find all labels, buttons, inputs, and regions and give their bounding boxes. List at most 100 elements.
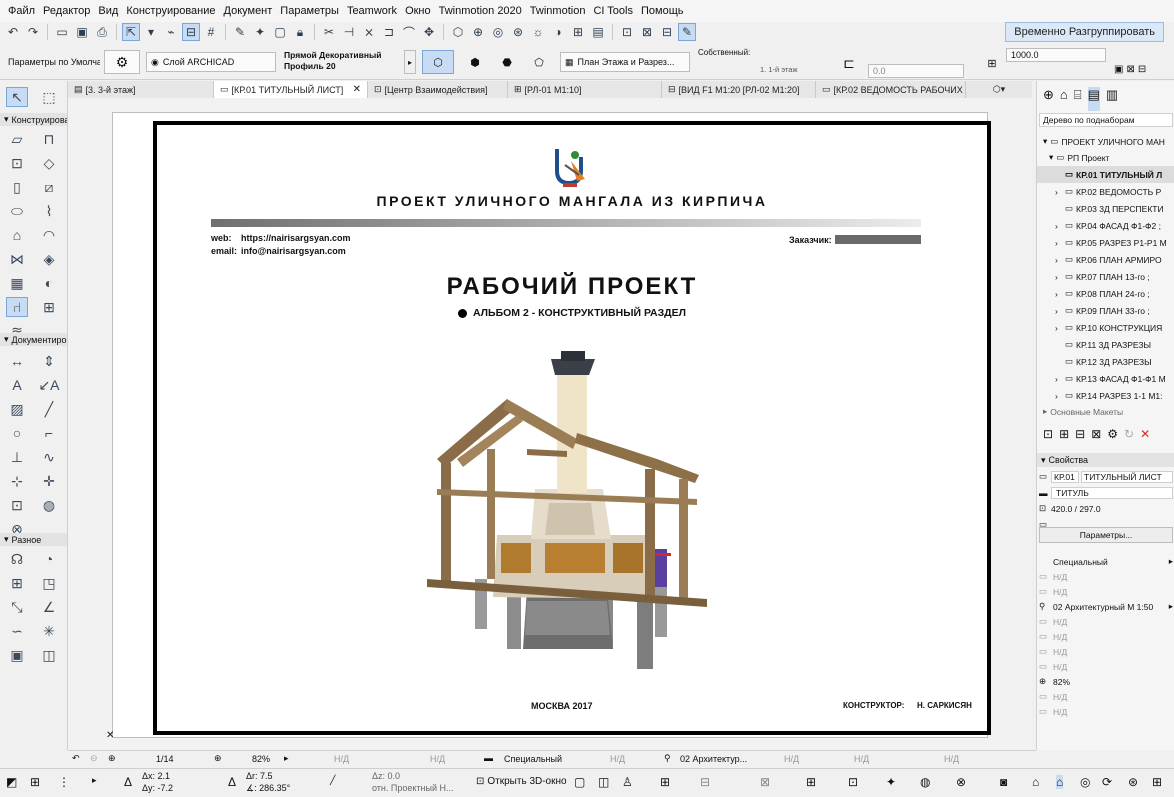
picture-tool-icon[interactable]: ▣ xyxy=(6,645,28,665)
zoom-value[interactable]: 82% xyxy=(252,754,270,764)
hotspot-tool-icon[interactable]: ⊹ xyxy=(6,471,28,491)
tab-collaboration[interactable]: ⊡ [Центр Взаимодействия] xyxy=(368,81,508,98)
snap-grid-icon[interactable]: ⊞ xyxy=(30,775,40,789)
door-tool-icon[interactable]: ⊓ xyxy=(38,129,60,149)
grid-view-icon[interactable]: ⊞ xyxy=(1152,775,1162,789)
explode-view-icon[interactable]: ✦ xyxy=(886,775,896,789)
special-dropdown[interactable]: Специальный xyxy=(504,754,562,764)
layer-dropdown[interactable]: ◉ Слой ARCHICAD xyxy=(146,52,276,72)
prop-id[interactable]: КР.01 xyxy=(1051,470,1079,483)
suspend-groups-button[interactable]: Временно Разгруппировать xyxy=(1005,22,1164,42)
expand-icon[interactable]: › xyxy=(1055,272,1065,282)
prop-master-row[interactable]: ▬ ТИТУЛЬ xyxy=(1039,485,1173,500)
move-icon[interactable]: ✥ xyxy=(420,23,438,41)
nd-field-2[interactable]: Н/Д xyxy=(430,754,445,764)
menu-teamwork[interactable]: Teamwork xyxy=(343,5,401,17)
offset-field[interactable]: 0.0 xyxy=(868,64,964,78)
spline-tool-icon[interactable]: ∿ xyxy=(38,447,60,467)
beam-tool-icon[interactable]: ⧄ xyxy=(38,177,60,197)
elevation-icon[interactable]: ⊏ xyxy=(836,52,862,74)
railing-tool-icon[interactable]: ⋈ xyxy=(6,249,28,269)
explode-icon[interactable]: ⊛ xyxy=(509,23,527,41)
new-subset-icon[interactable]: ⊞ xyxy=(1059,427,1069,441)
layers-icon[interactable]: ⊞ xyxy=(660,775,670,789)
box-icon[interactable]: ▢ xyxy=(271,23,289,41)
tree-root[interactable]: ▾ ▭ ПРОЕКТ УЛИЧНОГО МАН xyxy=(1037,133,1174,150)
new-layout-icon[interactable]: ⊡ xyxy=(1043,427,1053,441)
rectangle-icon[interactable]: ⬣ xyxy=(494,50,520,74)
circle-tool-icon[interactable]: ○ xyxy=(6,423,28,443)
light-tool-icon[interactable]: ◔ xyxy=(38,549,60,569)
anchor-icon[interactable]: ⊞ xyxy=(982,52,1002,74)
redo-zoom-icon[interactable]: ⊖ xyxy=(90,753,98,764)
toggle-panels-icon[interactable]: ◩ xyxy=(6,775,17,789)
tree-layout-item[interactable]: › ▭ КР.06 ПЛАН АРМИРО xyxy=(1037,251,1174,268)
line-tool-icon[interactable]: ╱ xyxy=(38,399,60,419)
curtain-wall-icon[interactable]: ▦ xyxy=(6,273,28,293)
dropdown-arrow-icon[interactable]: ▾ xyxy=(142,23,160,41)
nd-field-6[interactable]: Н/Д xyxy=(944,754,959,764)
tree-layout-item[interactable]: ▭ КР.01 ТИТУЛЬНЫЙ Л xyxy=(1037,166,1174,183)
slab-tool-icon[interactable]: ⬭ xyxy=(6,201,28,221)
print-icon[interactable]: ⎙ xyxy=(93,23,111,41)
prop-special-row[interactable]: Специальный ▸ xyxy=(1039,554,1173,569)
expand-icon[interactable]: › xyxy=(1055,289,1065,299)
person-icon[interactable]: ♙ xyxy=(622,775,633,789)
tree-layout-item[interactable]: › ▭ КР.05 РАЗРЕЗ Р1-Р1 М xyxy=(1037,234,1174,251)
tree-layout-item[interactable]: ▭ КР.12 3Д РАЗРЕЗЫ xyxy=(1037,353,1174,370)
delta-z[interactable]: Δz: 0.0 xyxy=(372,771,400,781)
interior-elevation-icon[interactable]: ◫ xyxy=(38,645,60,665)
value-field[interactable]: 1000.0 xyxy=(1006,48,1106,62)
tab-floor-3[interactable]: ▤ [3. 3-й этаж] xyxy=(68,81,214,98)
nd-field-4[interactable]: Н/Д xyxy=(784,754,799,764)
section-document[interactable]: ▾ Документиро xyxy=(0,333,67,346)
properties-header[interactable]: ▾ Свойства xyxy=(1037,453,1174,467)
reference-level[interactable]: отн. Проектный Н... xyxy=(372,783,454,793)
menu-view[interactable]: Вид xyxy=(94,5,122,17)
radial-dim-icon[interactable]: ⤡ xyxy=(6,597,28,617)
refresh-icon[interactable]: ↻ xyxy=(1124,427,1134,441)
menu-window[interactable]: Окно xyxy=(401,5,435,17)
tree-set[interactable]: ▾ ▭ РП Проект xyxy=(1037,149,1174,166)
mesh-tool-icon[interactable]: ◐ xyxy=(38,273,60,293)
graphic-override-icon[interactable]: ⊞ xyxy=(569,23,587,41)
expand-icon[interactable]: › xyxy=(1055,255,1065,265)
tab-kr02[interactable]: ▭ [КР.02 ВЕДОМОСТЬ РАБОЧИХ ... xyxy=(816,81,966,98)
camera-icon[interactable]: ◎ xyxy=(489,23,507,41)
menu-file[interactable]: Файл xyxy=(4,5,39,17)
render-icon[interactable]: ◎ xyxy=(1080,775,1090,789)
polyline-tool-icon[interactable]: ⌐ xyxy=(38,423,60,443)
tree-next-set[interactable]: ▸ Основные Макеты xyxy=(1037,403,1174,420)
tab-view-f1[interactable]: ⊟ [ВИД F1 М1:20 [РЛ-02 М1:20] xyxy=(662,81,816,98)
undo-zoom-icon[interactable]: ↶ xyxy=(72,753,80,764)
layer-icon[interactable]: ⊟ xyxy=(182,23,200,41)
tree-mode-select[interactable]: Дерево по поднаборам xyxy=(1039,113,1173,127)
offset-icon[interactable]: ⊐ xyxy=(380,23,398,41)
walk-icon[interactable]: ⊠ xyxy=(760,775,770,789)
menu-twinmotion[interactable]: Twinmotion xyxy=(526,5,590,17)
grid-tool-icon[interactable]: ⊞ xyxy=(6,573,28,593)
prop-pen-set-row[interactable]: ⚲ 02 Архитектурный М 1:50 ▸ xyxy=(1039,599,1173,614)
fillet-icon[interactable]: ⌒ xyxy=(400,23,418,41)
ungroup-icon[interactable]: ⊠ xyxy=(638,23,656,41)
geometry-method-icon[interactable]: ⬡ xyxy=(422,50,454,74)
magic-wand-icon[interactable]: ✦ xyxy=(251,23,269,41)
view-map-folder-icon[interactable]: ⌸ xyxy=(1074,87,1082,111)
arc-tool-icon[interactable]: ∽ xyxy=(6,621,28,641)
tree-layout-item[interactable]: › ▭ КР.04 ФАСАД Ф1-Ф2 ; xyxy=(1037,217,1174,234)
label-tool-icon[interactable]: ↙A xyxy=(38,375,60,395)
suspend-groups-icon[interactable]: ⊟ xyxy=(658,23,676,41)
expand-icon[interactable]: › xyxy=(1055,221,1065,231)
elevation-tool-icon[interactable]: ◍ xyxy=(38,495,60,515)
pencil-icon[interactable]: ✎ xyxy=(231,23,249,41)
delete-icon[interactable]: ✕ xyxy=(1140,427,1150,441)
delta-r[interactable]: Δr: 7.5 xyxy=(246,771,273,781)
suspend-toggle-icon[interactable]: ✎ xyxy=(678,23,696,41)
nd-field-1[interactable]: Н/Д xyxy=(334,754,349,764)
object-tool-icon[interactable]: ⑁ xyxy=(6,297,28,317)
close-icon[interactable]: ✕ xyxy=(353,84,361,95)
delta-x[interactable]: Δx: 2.1 xyxy=(142,771,170,781)
marker-icon[interactable]: ⊗ xyxy=(956,775,966,789)
window-tool-icon[interactable]: ⊡ xyxy=(6,153,28,173)
delta-y[interactable]: Δy: -7.2 xyxy=(142,783,173,793)
